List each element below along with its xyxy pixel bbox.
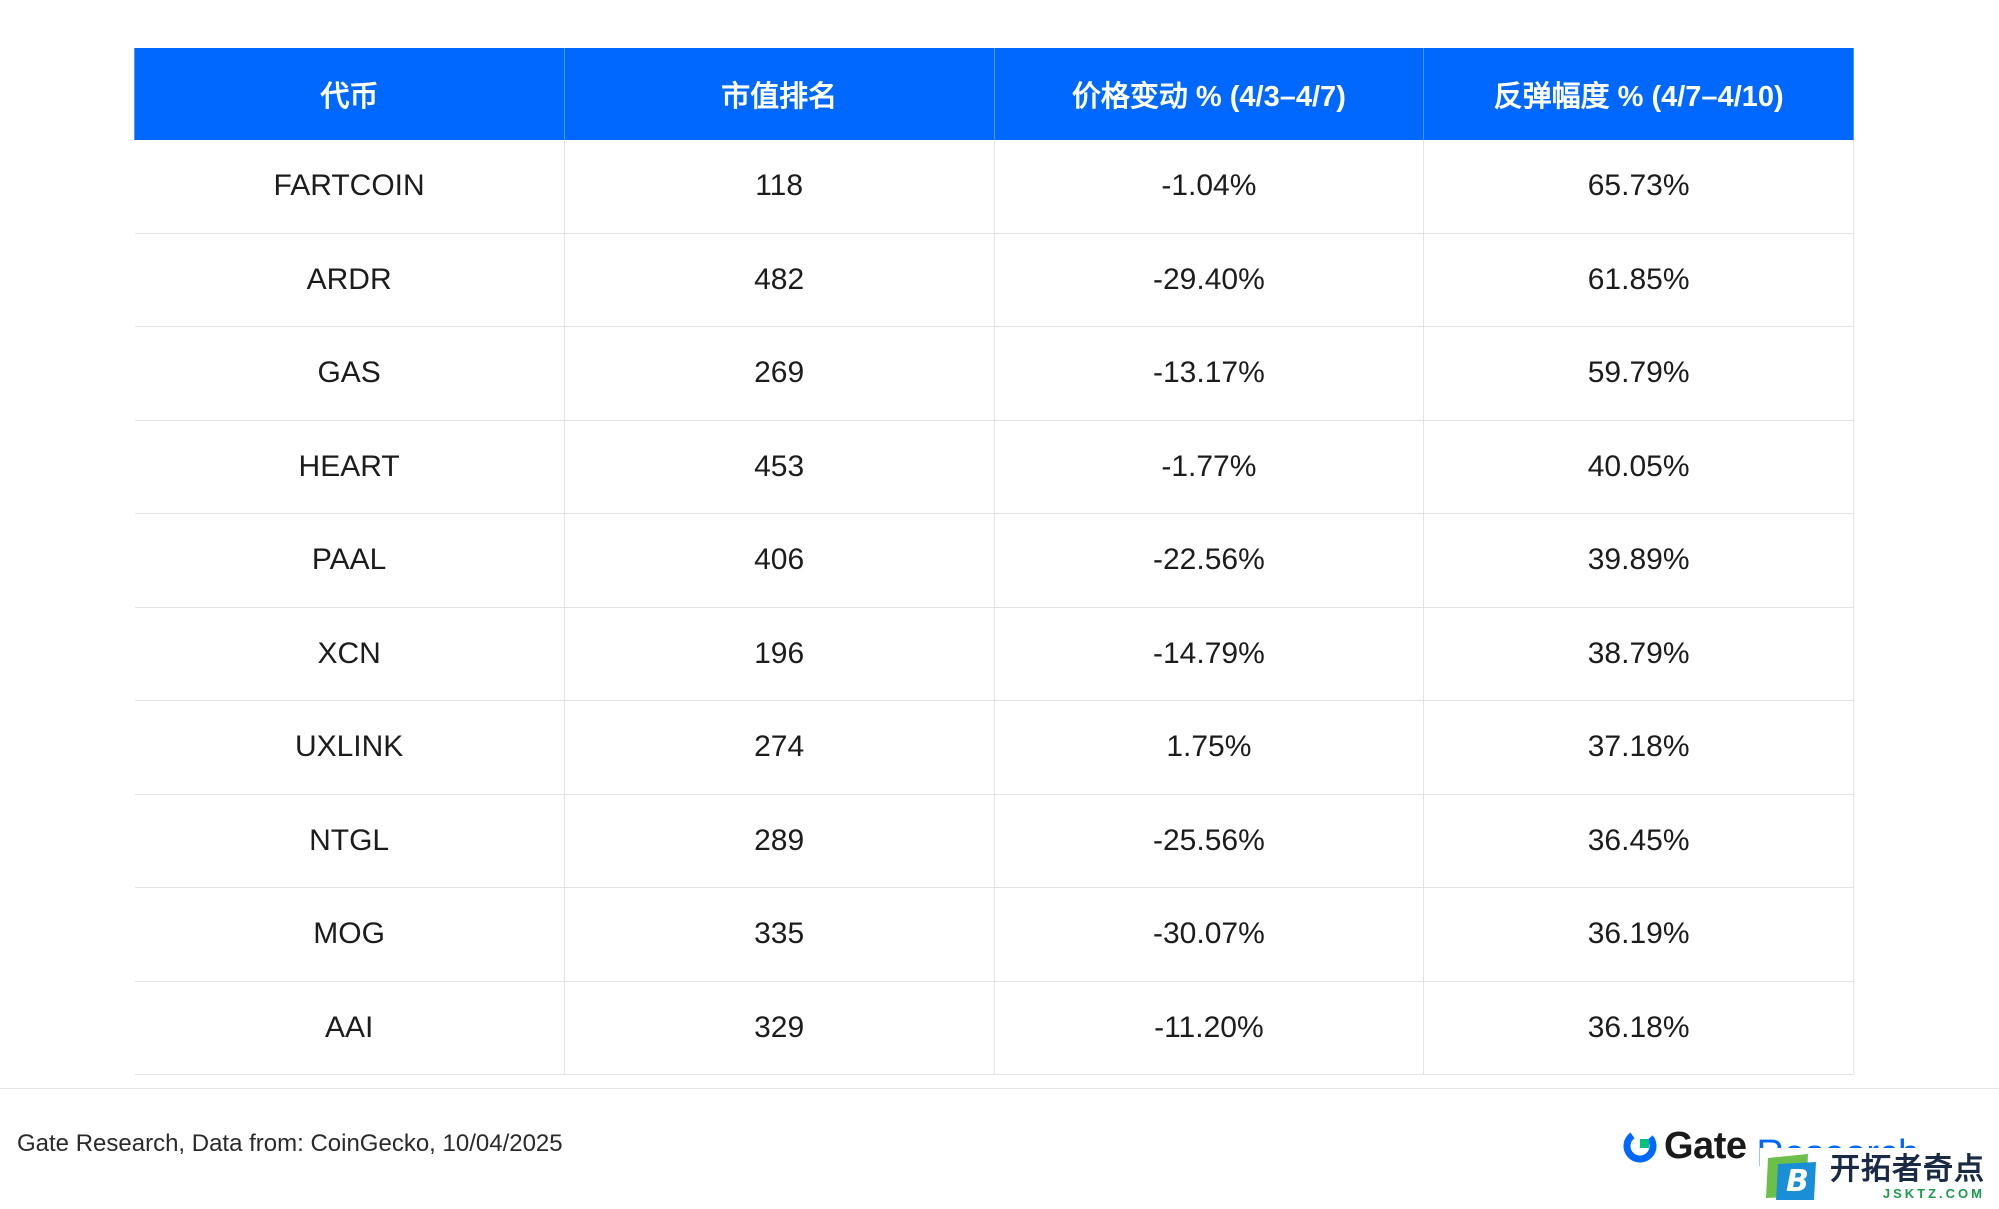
cell-rank: 118 — [563, 140, 994, 234]
cell-rebound: 36.45% — [1423, 794, 1854, 888]
cell-rank: 196 — [563, 607, 994, 701]
cell-rebound: 65.73% — [1423, 140, 1854, 234]
cell-token: MOG — [134, 887, 565, 982]
data-table: 代币 市值排名 价格变动 % (4/3–4/7) 反弹幅度 % (4/7–4/1… — [134, 48, 1854, 1075]
watermark-badge-icon: B — [1766, 1154, 1816, 1200]
cell-rank: 453 — [563, 420, 994, 514]
cell-price-change: -25.56% — [993, 794, 1424, 888]
cell-token: NTGL — [134, 794, 565, 888]
cell-token: XCN — [134, 607, 565, 701]
cell-rank: 274 — [563, 700, 994, 795]
brand-name: Gate — [1664, 1124, 1747, 1167]
cell-rebound: 38.79% — [1423, 607, 1854, 701]
table-row: XCN 196 -14.79% 38.79% — [134, 607, 1854, 701]
table-row: PAAL 406 -22.56% 39.89% — [134, 513, 1854, 608]
cell-rebound: 36.19% — [1423, 887, 1854, 982]
table-row: AAI 329 -11.20% 36.18% — [134, 981, 1854, 1075]
cell-token: GAS — [134, 326, 565, 421]
cell-price-change: 1.75% — [993, 700, 1424, 795]
column-header-market-cap-rank: 市值排名 — [563, 48, 995, 140]
cell-rebound: 39.89% — [1423, 513, 1854, 608]
cell-price-change: -30.07% — [993, 887, 1424, 982]
cell-token: ARDR — [134, 233, 565, 327]
cell-price-change: -1.04% — [993, 140, 1424, 234]
cell-rebound: 59.79% — [1423, 326, 1854, 421]
cell-rank: 329 — [563, 981, 994, 1075]
cell-price-change: -14.79% — [993, 607, 1424, 701]
cell-rebound: 36.18% — [1423, 981, 1854, 1075]
table-row: GAS 269 -13.17% 59.79% — [134, 326, 1854, 421]
watermark: B 开拓者奇点 JSKTZ.COM — [1760, 1148, 1992, 1206]
cell-token: FARTCOIN — [134, 140, 565, 234]
cell-rank: 406 — [563, 513, 994, 608]
watermark-title: 开拓者奇点 — [1830, 1152, 1985, 1186]
column-header-price-change: 价格变动 % (4/3–4/7) — [993, 48, 1425, 140]
table-row: ARDR 482 -29.40% 61.85% — [134, 233, 1854, 327]
gate-logo-icon — [1623, 1129, 1657, 1163]
table-row: HEART 453 -1.77% 40.05% — [134, 420, 1854, 514]
cell-price-change: -13.17% — [993, 326, 1424, 421]
cell-rebound: 61.85% — [1423, 233, 1854, 327]
cell-price-change: -29.40% — [993, 233, 1424, 327]
cell-rank: 269 — [563, 326, 994, 421]
source-note: Gate Research, Data from: CoinGecko, 10/… — [17, 1130, 563, 1157]
cell-token: PAAL — [134, 513, 565, 608]
page: 代币 市值排名 价格变动 % (4/3–4/7) 反弹幅度 % (4/7–4/1… — [0, 0, 1999, 1209]
cell-rank: 289 — [563, 794, 994, 888]
cell-token: AAI — [134, 981, 565, 1075]
watermark-badge-letter: B — [1786, 1164, 1809, 1199]
cell-rebound: 37.18% — [1423, 700, 1854, 795]
cell-rank: 335 — [563, 887, 994, 982]
table-row: NTGL 289 -25.56% 36.45% — [134, 794, 1854, 888]
cell-price-change: -1.77% — [993, 420, 1424, 514]
column-header-rebound: 反弹幅度 % (4/7–4/10) — [1423, 48, 1854, 140]
table-header-row: 代币 市值排名 价格变动 % (4/3–4/7) 反弹幅度 % (4/7–4/1… — [134, 48, 1854, 140]
column-header-token: 代币 — [134, 48, 565, 140]
cell-rebound: 40.05% — [1423, 420, 1854, 514]
cell-token: HEART — [134, 420, 565, 514]
watermark-text: 开拓者奇点 JSKTZ.COM — [1830, 1152, 1985, 1201]
table-body: FARTCOIN 118 -1.04% 65.73% ARDR 482 -29.… — [134, 140, 1854, 1075]
table-row: FARTCOIN 118 -1.04% 65.73% — [134, 140, 1854, 234]
cell-price-change: -11.20% — [993, 981, 1424, 1075]
cell-rank: 482 — [563, 233, 994, 327]
table-row: MOG 335 -30.07% 36.19% — [134, 887, 1854, 982]
cell-token: UXLINK — [134, 700, 565, 795]
watermark-domain: JSKTZ.COM — [1882, 1185, 1985, 1201]
cell-price-change: -22.56% — [993, 513, 1424, 608]
footer-divider — [0, 1088, 1999, 1089]
table-row: UXLINK 274 1.75% 37.18% — [134, 700, 1854, 795]
